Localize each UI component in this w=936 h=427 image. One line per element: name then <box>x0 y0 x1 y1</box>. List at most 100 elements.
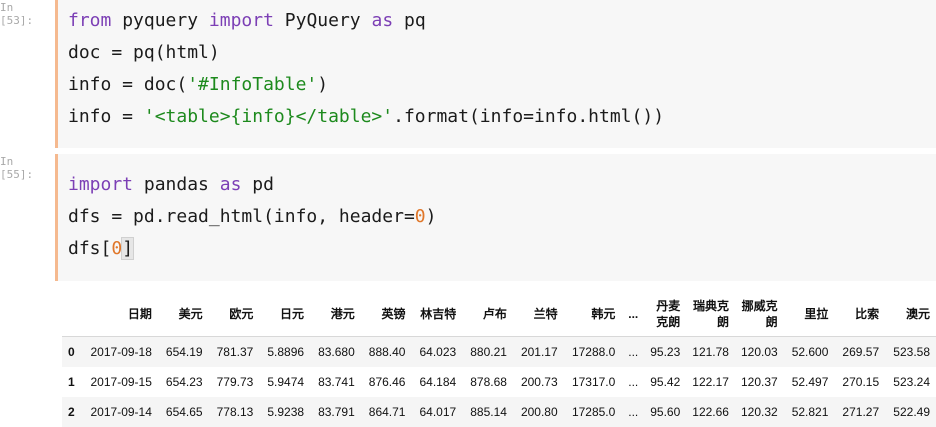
code-token: import <box>208 10 274 31</box>
column-header: 林吉特 <box>420 306 457 321</box>
column-header: 韩元 <box>591 306 616 321</box>
table-cell: 52.600 <box>791 345 829 359</box>
code-token: pd <box>241 174 274 195</box>
code-line: from pyquery import PyQuery as pq <box>68 5 664 37</box>
dataframe-output: 日期 美元 欧元 日元 港元 英镑 林吉特 卢布 兰特 韩元... 丹麦克朗 瑞典克朗 挪威克朗 里拉 比索… <box>62 291 936 427</box>
code-token: pq <box>393 10 426 31</box>
table-cell: 122.17 <box>692 375 729 389</box>
column-header: 兰特 <box>533 306 558 321</box>
column-header: 丹麦克朗 <box>656 298 681 329</box>
code-token: dfs = pd.read_html(info, header= <box>68 206 415 227</box>
code-token: import <box>68 174 134 195</box>
column-header: 美元 <box>178 306 203 321</box>
table-cell: 888.40 <box>368 345 406 359</box>
table-cell: 95.23 <box>650 345 681 359</box>
table-cell: 876.46 <box>368 375 406 389</box>
code-token: '#InfoTable' <box>187 74 318 95</box>
table-cell: 269.57 <box>842 345 880 359</box>
row-index: 0 <box>68 345 75 359</box>
code-token: as <box>219 174 242 195</box>
column-header <box>62 291 81 337</box>
table-cell: 654.23 <box>165 375 203 389</box>
table-cell: 52.821 <box>791 405 829 419</box>
code-token: as <box>371 10 394 31</box>
table-cell: 201.17 <box>520 345 558 359</box>
code-cell-55[interactable]: In [55]: import pandas as pd dfs = pd.rea… <box>0 154 936 281</box>
table-cell: 122.66 <box>692 405 729 419</box>
table-cell: 121.78 <box>692 345 729 359</box>
code-line: dfs = pd.read_html(info, header=0) <box>68 201 436 233</box>
table-cell: 271.27 <box>842 405 880 419</box>
cell-prompt: In [53]: <box>0 1 34 27</box>
table-cell: 880.21 <box>470 345 507 359</box>
table-cell: 523.24 <box>893 375 930 389</box>
code-token: 0 <box>111 238 123 259</box>
code-token: .format(info=info.html()) <box>393 106 665 127</box>
code-token: dfs[ <box>68 238 112 259</box>
table-cell: 5.8896 <box>267 345 305 359</box>
table-cell: 523.58 <box>893 345 930 359</box>
code-token: PyQuery <box>273 10 372 31</box>
column-header: ... <box>628 306 639 321</box>
code-line: doc = pq(html) <box>68 37 664 69</box>
table-cell: 120.32 <box>740 405 778 419</box>
table-cell: 120.37 <box>740 375 778 389</box>
table-cell: 885.14 <box>470 405 507 419</box>
column-header: 日元 <box>280 306 305 321</box>
column-header: 里拉 <box>804 306 829 321</box>
table-cell: 95.42 <box>650 375 681 389</box>
column-header: 欧元 <box>229 306 254 321</box>
code-line: dfs[0] <box>68 233 436 265</box>
code-line: import pandas as pd <box>68 169 436 201</box>
table-row: 1 2017-09-15 654.23 779.73 5.9474 83.741 876.4… <box>62 367 936 397</box>
table-cell: 17317.0 <box>571 375 616 389</box>
row-index: 1 <box>68 375 75 389</box>
column-header: 日期 <box>127 306 152 321</box>
code-token: info = doc( <box>68 74 188 95</box>
table-cell: 778.13 <box>216 405 254 419</box>
table-cell: ... <box>628 405 639 419</box>
code-cell-53[interactable]: In [53]: from pyquery import PyQuery as … <box>0 0 936 148</box>
row-index: 2 <box>68 405 75 419</box>
column-header: 卢布 <box>482 306 507 321</box>
code-token: ) <box>425 206 437 227</box>
code-token: info = <box>68 106 144 127</box>
table-cell: 83.741 <box>318 375 355 389</box>
column-header: 英镑 <box>381 306 406 321</box>
column-header: 比索 <box>855 306 880 321</box>
code-editor[interactable]: import pandas as pd dfs = pd.read_html(in… <box>55 154 936 281</box>
table-cell: 864.71 <box>368 405 406 419</box>
table-cell: 878.68 <box>470 375 507 389</box>
table-cell: 270.15 <box>842 375 880 389</box>
table-cell: 64.017 <box>419 405 457 419</box>
table-cell: 2017-09-14 <box>90 405 152 419</box>
table-cell: 83.680 <box>318 345 355 359</box>
table-cell: 2017-09-18 <box>90 345 152 359</box>
table-cell: 200.80 <box>520 405 558 419</box>
code-token: '<table>{info}</table>' <box>143 106 394 127</box>
table-row: 0 2017-09-18 654.19 781.37 5.8896 83.680 888.4… <box>62 336 936 367</box>
table-cell: ... <box>628 375 639 389</box>
code-editor[interactable]: from pyquery import PyQuery as pq doc = p… <box>55 0 936 148</box>
cell-prompt: In [55]: <box>0 155 34 181</box>
code-token: pyquery <box>111 10 209 31</box>
table-cell: 200.73 <box>520 375 558 389</box>
table-row: 2 2017-09-14 654.65 778.13 5.9238 83.791 864.7… <box>62 397 936 427</box>
table-cell: ... <box>628 345 639 359</box>
table-cell: 83.791 <box>318 405 355 419</box>
table-cell: 654.19 <box>165 345 203 359</box>
table-cell: 17288.0 <box>571 345 616 359</box>
table-cell: 120.03 <box>740 345 778 359</box>
table-cell: 95.60 <box>650 405 681 419</box>
code-token: pandas <box>133 174 220 195</box>
table-cell: 522.49 <box>893 405 930 419</box>
column-header: 澳元 <box>905 306 930 321</box>
code-block: from pyquery import PyQuery as pq doc = p… <box>68 5 664 133</box>
code-token: doc = pq(html) <box>68 42 220 63</box>
table-cell: 5.9238 <box>267 405 305 419</box>
table-cell: 64.184 <box>419 375 457 389</box>
table-cell: 17285.0 <box>571 405 616 419</box>
table-cell: 64.023 <box>419 345 457 359</box>
table-cell: 779.73 <box>216 375 254 389</box>
table-cell: 52.497 <box>791 375 829 389</box>
